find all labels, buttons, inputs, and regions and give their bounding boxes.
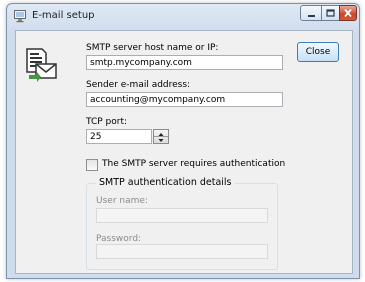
email-document-icon <box>25 47 59 86</box>
close-button[interactable]: Close <box>297 42 339 62</box>
tcp-port-input[interactable] <box>86 129 152 144</box>
minimize-button[interactable] <box>300 5 322 21</box>
window-close-button[interactable] <box>339 5 357 21</box>
smtp-host-label: SMTP server host name or IP: <box>86 43 219 53</box>
sender-email-input[interactable] <box>86 92 283 107</box>
chevron-down-icon <box>158 139 164 142</box>
smtp-auth-checkbox[interactable] <box>86 159 98 171</box>
tcp-port-label: TCP port: <box>86 117 128 127</box>
username-label: User name: <box>96 196 148 206</box>
smtp-host-input[interactable] <box>86 55 283 70</box>
password-label: Password: <box>96 234 142 244</box>
username-input[interactable] <box>96 208 268 223</box>
maximize-icon <box>326 9 335 17</box>
maximize-button[interactable] <box>321 5 340 21</box>
auth-details-title: SMTP authentication details <box>96 177 235 188</box>
minimize-icon <box>308 15 315 17</box>
password-input[interactable] <box>96 244 268 259</box>
sender-email-label: Sender e-mail address: <box>86 80 191 90</box>
smtp-auth-checkbox-label[interactable]: The SMTP server requires authentication <box>102 159 285 169</box>
spin-down-button[interactable] <box>154 137 168 143</box>
dialog-content: SMTP server host name or IP: Sender e-ma… <box>15 30 353 274</box>
window-title: E-mail setup <box>32 10 95 21</box>
email-setup-window: E-mail setup SMTP server host name or IP… <box>6 3 360 279</box>
spin-up-button[interactable] <box>154 130 168 137</box>
title-bar[interactable]: E-mail setup <box>7 4 359 28</box>
monitor-icon <box>13 9 27 26</box>
close-icon <box>344 8 352 18</box>
tcp-port-spinner[interactable] <box>153 129 169 144</box>
